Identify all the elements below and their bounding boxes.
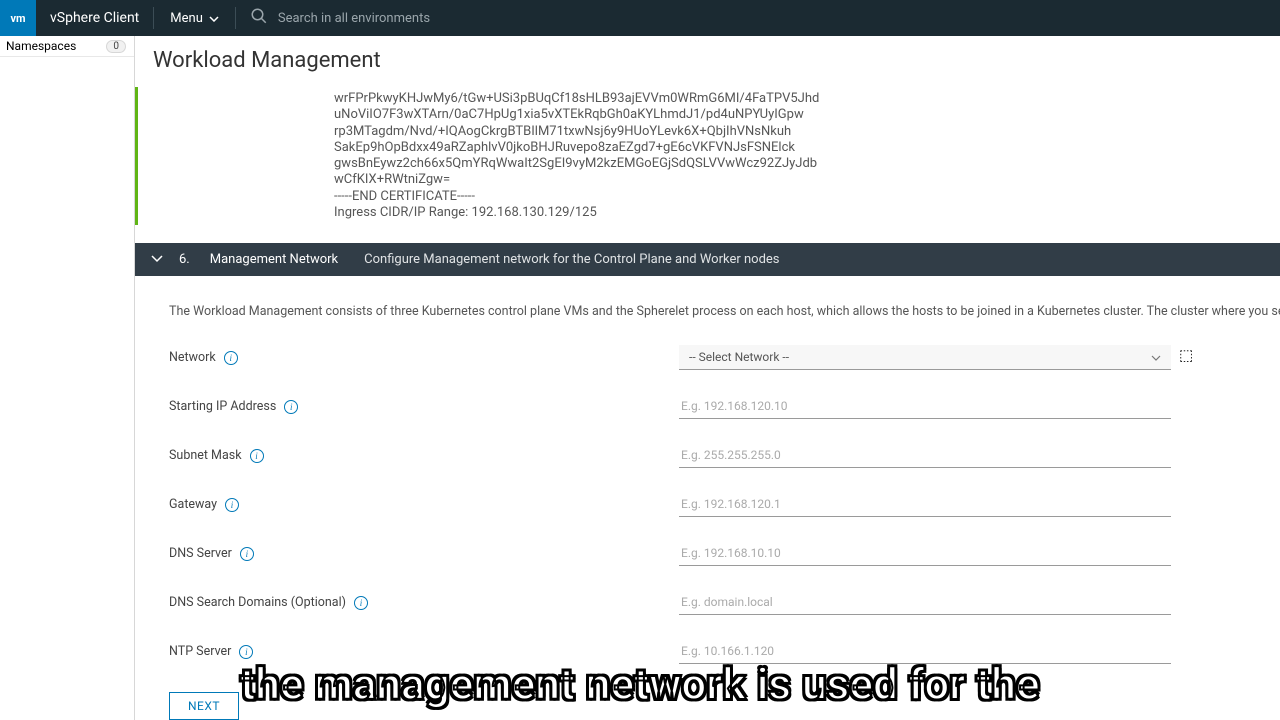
sidebar: Namespaces 0	[0, 36, 135, 720]
row-starting-ip: Starting IP Address i	[169, 394, 1280, 419]
cert-line: uNoViIO7F3wXTArn/0aC7HpUg1xia5vXTEkRqbGh…	[334, 107, 819, 123]
page-title: Workload Management	[135, 36, 1280, 87]
info-icon[interactable]: i	[224, 351, 238, 365]
ntp-input[interactable]	[679, 639, 1171, 664]
label-dns: DNS Server	[169, 546, 232, 561]
subnet-input[interactable]	[679, 443, 1171, 468]
step-description: The Workload Management consists of thre…	[169, 304, 1280, 319]
label-starting-ip: Starting IP Address	[169, 399, 276, 414]
label-network: Network	[169, 350, 216, 365]
sidebar-item-namespaces[interactable]: Namespaces 0	[0, 36, 134, 57]
row-dns: DNS Server i	[169, 541, 1280, 566]
cert-line: SakEp9hOpBdxx49aRZaphlvV0jkoBHJRuvepo8za…	[334, 140, 819, 156]
step6-body: The Workload Management consists of thre…	[135, 276, 1280, 720]
info-icon[interactable]: i	[284, 400, 298, 414]
dns-input[interactable]	[679, 541, 1171, 566]
info-icon[interactable]: i	[240, 547, 254, 561]
cert-line: gwsBnEywz2ch66x5QmYRqWwaIt2SgEI9vyM2kzEM…	[334, 156, 819, 172]
dns-search-input[interactable]	[679, 590, 1171, 615]
sidebar-item-label: Namespaces	[6, 39, 76, 53]
step-name: Management Network	[210, 252, 338, 267]
row-ntp: NTP Server i	[169, 639, 1280, 664]
starting-ip-input[interactable]	[679, 394, 1171, 419]
step6-header[interactable]: 6. Management Network Configure Manageme…	[135, 243, 1280, 276]
info-icon[interactable]: i	[250, 449, 264, 463]
network-select[interactable]: -- Select Network --	[679, 345, 1171, 370]
step-number: 6.	[179, 252, 190, 267]
sidebar-item-count: 0	[106, 40, 126, 53]
step-subtitle: Configure Management network for the Con…	[364, 252, 779, 267]
next-button[interactable]: NEXT	[169, 692, 239, 720]
chevron-down-icon	[1151, 350, 1161, 364]
cert-text: wrFPrPkwyKHJwMy6/tGw+USi3pBUqCf18sHLB93a…	[138, 87, 819, 225]
certificate-block: wrFPrPkwyKHJwMy6/tGw+USi3pBUqCf18sHLB93a…	[135, 87, 1280, 225]
cert-line: wCfKIX+RWtniZgw=	[334, 172, 819, 188]
label-subnet: Subnet Mask	[169, 448, 242, 463]
gateway-input[interactable]	[679, 492, 1171, 517]
chevron-down-icon	[209, 11, 219, 26]
cert-line: rp3MTagdm/Nvd/+IQAogCkrgBTBIlM71txwNsj6y…	[334, 124, 819, 140]
cert-line: Ingress CIDR/IP Range: 192.168.130.129/1…	[334, 205, 819, 221]
vmware-logo: vm	[0, 0, 36, 36]
search-icon	[250, 7, 268, 29]
row-dns-search: DNS Search Domains (Optional) i	[169, 590, 1280, 615]
info-icon[interactable]: i	[225, 498, 239, 512]
search-wrap	[236, 7, 512, 29]
product-name: vSphere Client	[36, 10, 153, 26]
top-bar: vm vSphere Client Menu	[0, 0, 1280, 36]
menu-label: Menu	[170, 11, 203, 26]
row-subnet: Subnet Mask i	[169, 443, 1280, 468]
menu-button[interactable]: Menu	[154, 11, 235, 26]
network-select-value: -- Select Network --	[689, 350, 789, 364]
cert-line: wrFPrPkwyKHJwMy6/tGw+USi3pBUqCf18sHLB93a…	[334, 91, 819, 107]
info-icon[interactable]: i	[354, 596, 368, 610]
info-icon[interactable]: i	[239, 645, 253, 659]
label-dns-search: DNS Search Domains (Optional)	[169, 595, 346, 610]
label-gateway: Gateway	[169, 497, 217, 512]
label-ntp: NTP Server	[169, 644, 231, 659]
chevron-down-icon	[151, 252, 163, 267]
content: Workload Management wrFPrPkwyKHJwMy6/tGw…	[135, 36, 1280, 720]
cert-line: -----END CERTIFICATE-----	[334, 189, 819, 205]
row-network: Network i -- Select Network --	[169, 345, 1280, 370]
search-input[interactable]	[278, 11, 498, 26]
row-gateway: Gateway i	[169, 492, 1280, 517]
